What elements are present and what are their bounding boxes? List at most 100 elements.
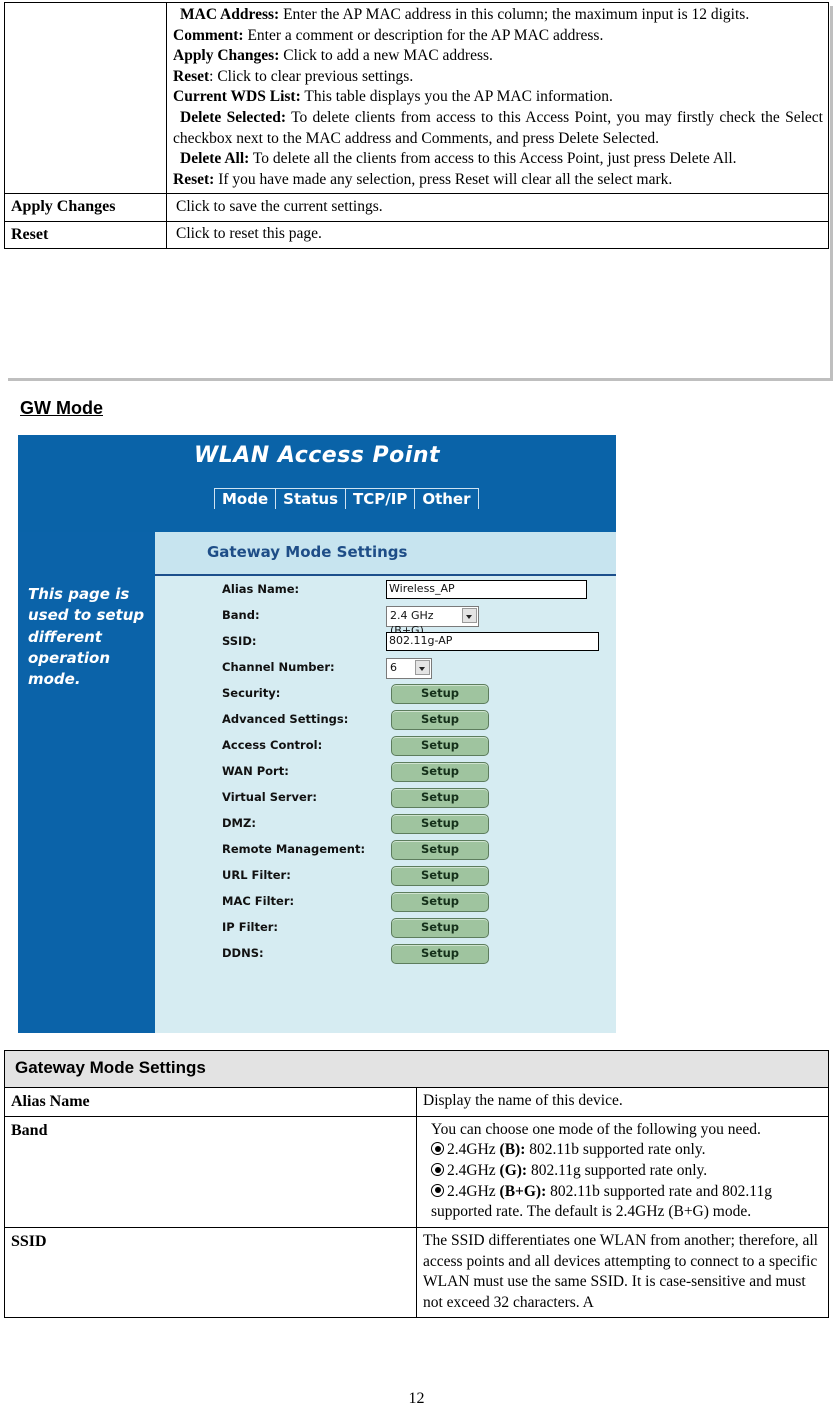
description-body-cell: MAC Address: Enter the AP MAC address in…: [166, 1, 829, 195]
table-shadow-bottom: [8, 378, 833, 381]
form-row-mac-filter: MAC Filter: Setup: [155, 892, 616, 918]
ddns-label: DDNS:: [222, 946, 264, 960]
desc-text: : Click to clear previous settings.: [209, 67, 414, 85]
ip-filter-setup-button[interactable]: Setup: [391, 918, 489, 938]
desc-text: Click to add a new MAC address.: [279, 47, 493, 65]
tab-mode[interactable]: Mode: [214, 488, 277, 510]
table-row-reset: Reset Click to reset this page.: [4, 220, 829, 250]
channel-number-select[interactable]: 6: [386, 658, 432, 679]
band-option-g: 2.4GHz (G): 802.11g supported rate only.: [423, 1161, 822, 1182]
tab-tcpip[interactable]: TCP/IP: [345, 488, 416, 510]
form-row-url-filter: URL Filter: Setup: [155, 866, 616, 892]
desc-paragraph-delete-all: Delete All: To delete all the clients fr…: [173, 149, 823, 170]
desc-term: Reset:: [173, 170, 215, 188]
band-select[interactable]: 2.4 GHz (B+G): [386, 606, 479, 637]
router-ui-screenshot: WLAN Access Point Mode Status TCP/IP Oth…: [17, 434, 617, 1034]
form-row-access-control: Access Control: Setup: [155, 736, 616, 762]
mac-filter-label: MAC Filter:: [222, 894, 295, 908]
wds-description-table: MAC Address: Enter the AP MAC address in…: [4, 1, 829, 250]
gateway-mode-settings-table: Gateway Mode Settings Alias Name Display…: [4, 1050, 829, 1319]
form-row-virtual-server: Virtual Server: Setup: [155, 788, 616, 814]
desc-term: MAC Address:: [180, 6, 280, 23]
wan-port-setup-button[interactable]: Setup: [391, 762, 489, 782]
table-row-apply-changes: Apply Changes Click to save the current …: [4, 193, 829, 222]
form-row-wan-port: WAN Port: Setup: [155, 762, 616, 788]
table-header-cell: Gateway Mode Settings: [4, 1050, 829, 1088]
dmz-setup-button[interactable]: Setup: [391, 814, 489, 834]
form-row-ssid: SSID: 802.11g-AP: [155, 632, 616, 658]
desc-paragraph-reset: Reset: Click to clear previous settings.: [173, 67, 823, 88]
form-row-ip-filter: IP Filter: Setup: [155, 918, 616, 944]
router-header: WLAN Access Point Mode Status TCP/IP Oth…: [18, 435, 616, 532]
table-row-description: MAC Address: Enter the AP MAC address in…: [4, 1, 829, 195]
router-content-panel: Gateway Mode Settings Alias Name: Wirele…: [155, 532, 616, 1033]
row-label-apply-changes: Apply Changes: [4, 193, 167, 222]
advanced-settings-label: Advanced Settings:: [222, 712, 349, 726]
desc-term: Comment:: [173, 26, 244, 44]
tab-other[interactable]: Other: [414, 488, 479, 510]
desc-term: Delete All:: [180, 150, 250, 168]
access-control-label: Access Control:: [222, 738, 323, 752]
table-row-ssid: SSID The SSID differentiates one WLAN fr…: [4, 1226, 829, 1319]
form-row-advanced-settings: Advanced Settings: Setup: [155, 710, 616, 736]
access-control-setup-button[interactable]: Setup: [391, 736, 489, 756]
row-label-band: Band: [4, 1115, 417, 1228]
gateway-settings-form: Alias Name: Wireless_AP Band: 2.4 GHz (B…: [155, 580, 616, 970]
form-row-channel-number: Channel Number: 6: [155, 658, 616, 684]
row-label-reset: Reset: [4, 220, 167, 250]
virtual-server-setup-button[interactable]: Setup: [391, 788, 489, 808]
ddns-setup-button[interactable]: Setup: [391, 944, 489, 964]
panel-header: Gateway Mode Settings: [155, 532, 616, 576]
empty-label-cell: [4, 1, 167, 195]
alias-name-label: Alias Name:: [222, 582, 300, 596]
page-number: 12: [408, 1390, 425, 1407]
band-label: Band:: [222, 608, 260, 622]
desc-paragraph-comment: Comment: Enter a comment or description …: [173, 26, 823, 47]
tab-status[interactable]: Status: [275, 488, 347, 510]
form-row-remote-management: Remote Management: Setup: [155, 840, 616, 866]
band-option-bg: 2.4GHz (B+G): 802.11b supported rate and…: [431, 1182, 772, 1221]
desc-paragraph-apply-changes: Apply Changes: Click to add a new MAC ad…: [173, 46, 823, 67]
desc-paragraph-reset-mark: Reset: If you have made any selection, p…: [173, 170, 823, 191]
desc-term: Current WDS List:: [173, 88, 301, 106]
channel-number-label: Channel Number:: [222, 660, 335, 674]
advanced-settings-setup-button[interactable]: Setup: [391, 710, 489, 730]
desc-text: Enter the AP MAC address in this column;…: [279, 6, 750, 23]
row-value-band: You can choose one mode of the following…: [416, 1115, 829, 1228]
router-sidebar: This page is used to setup different ope…: [18, 532, 155, 1033]
dmz-label: DMZ:: [222, 816, 256, 830]
ssid-input[interactable]: 802.11g-AP: [386, 632, 599, 651]
table-header-row: Gateway Mode Settings: [4, 1050, 829, 1088]
row-label-ssid: SSID: [4, 1226, 417, 1319]
security-setup-button[interactable]: Setup: [391, 684, 489, 704]
router-tab-bar: Mode Status TCP/IP Other: [214, 488, 479, 510]
table-row-band: Band You can choose one mode of the foll…: [4, 1115, 829, 1228]
remote-management-label: Remote Management:: [222, 842, 366, 856]
form-row-dmz: DMZ: Setup: [155, 814, 616, 840]
remote-management-setup-button[interactable]: Setup: [391, 840, 489, 860]
wan-port-label: WAN Port:: [222, 764, 289, 778]
url-filter-label: URL Filter:: [222, 868, 291, 882]
row-value-ssid: The SSID differentiates one WLAN from an…: [416, 1226, 829, 1319]
document-page: MAC Address: Enter the AP MAC address in…: [0, 0, 833, 1412]
row-label-alias-name: Alias Name: [4, 1086, 417, 1117]
alias-name-input[interactable]: Wireless_AP: [386, 580, 587, 599]
form-row-security: Security: Setup: [155, 684, 616, 710]
ssid-label: SSID:: [222, 634, 257, 648]
desc-text: To delete all the clients from access to…: [249, 150, 737, 168]
channel-number-select-value: 6: [390, 661, 397, 674]
desc-term: Reset: [173, 67, 210, 85]
row-value-apply-changes: Click to save the current settings.: [166, 193, 829, 222]
desc-text: Enter a comment or description for the A…: [243, 26, 604, 44]
form-row-ddns: DDNS: Setup: [155, 944, 616, 970]
desc-paragraph-current-wds-list: Current WDS List: This table displays yo…: [173, 87, 823, 108]
url-filter-setup-button[interactable]: Setup: [391, 866, 489, 886]
mac-filter-setup-button[interactable]: Setup: [391, 892, 489, 912]
desc-paragraph-mac-address: MAC Address: Enter the AP MAC address in…: [173, 5, 823, 26]
radio-filled-icon: [431, 1142, 444, 1156]
virtual-server-label: Virtual Server:: [222, 790, 318, 804]
panel-title: Gateway Mode Settings: [207, 543, 408, 561]
chevron-down-icon: [462, 608, 477, 623]
chevron-down-icon: [415, 660, 430, 675]
sidebar-help-text: This page is used to setup different ope…: [28, 585, 145, 689]
